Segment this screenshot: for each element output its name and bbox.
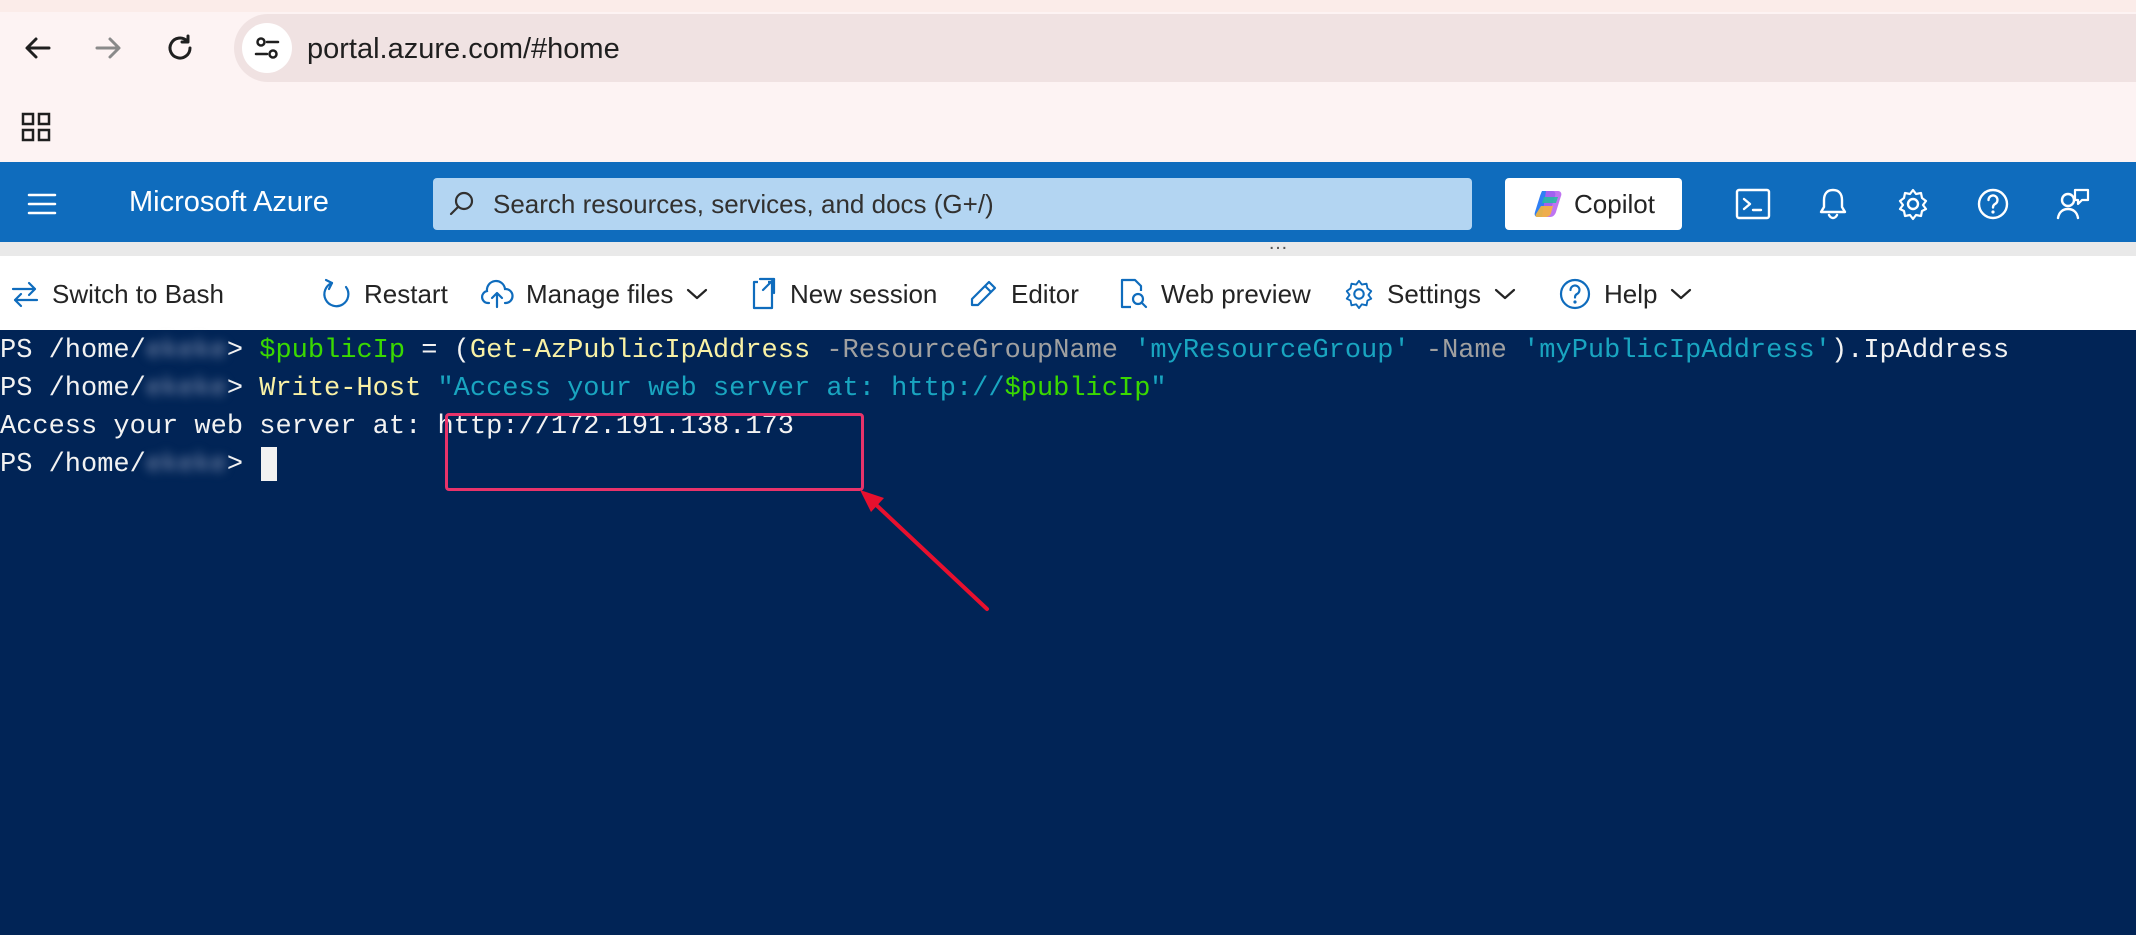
help-label: Help — [1604, 278, 1658, 309]
output-prefix: Access your web server at: — [0, 412, 438, 442]
shell-resize-handle[interactable]: … — [0, 232, 2136, 256]
bell-icon — [1819, 188, 1847, 220]
bookmarks-bar — [0, 92, 2136, 162]
cloud-shell-toolbar: Switch to Bash Restart Manage files New … — [0, 256, 2136, 330]
url-text[interactable]: portal.azure.com/#home — [307, 33, 620, 66]
terminal-line-4: PS /home/ekeke> — [0, 446, 278, 484]
reload-button[interactable] — [158, 26, 202, 70]
copilot-button[interactable]: Copilot — [1505, 178, 1682, 230]
operator-token: = ( — [405, 336, 470, 366]
switch-to-bash-button[interactable]: Switch to Bash — [10, 274, 224, 314]
chevron-down-icon — [687, 288, 708, 300]
browser-toolbar: portal.azure.com/#home — [0, 0, 2136, 92]
back-button[interactable] — [16, 26, 60, 70]
prompt-suffix: > — [226, 336, 244, 366]
new-window-icon — [752, 277, 776, 310]
prompt-user: ekeke — [145, 336, 227, 366]
editor-label: Editor — [1011, 278, 1079, 309]
terminal-line-2: PS /home/ekeke> Write-Host "Access your … — [0, 370, 1167, 408]
prompt-suffix: > — [226, 450, 244, 480]
editor-button[interactable]: Editor — [967, 274, 1079, 314]
terminal-icon — [1735, 188, 1771, 220]
string-token: " — [1150, 374, 1167, 404]
forward-button[interactable] — [86, 26, 130, 70]
prompt-prefix: PS /home/ — [0, 374, 146, 404]
switch-to-bash-label: Switch to Bash — [52, 278, 224, 309]
terminal-line-1: PS /home/ekeke> $publicIp = (Get-AzPubli… — [0, 332, 2009, 370]
apps-button[interactable] — [14, 105, 58, 149]
string-token: 'myPublicIpAddress' — [1523, 336, 1831, 366]
address-bar[interactable]: portal.azure.com/#home — [234, 14, 2136, 82]
cmdlet-token: Get-AzPublicIpAddress — [469, 336, 811, 366]
feedback-button[interactable] — [2049, 180, 2097, 228]
question-circle-icon — [1559, 278, 1591, 310]
apps-grid-icon — [21, 112, 51, 142]
cloud-upload-icon — [481, 279, 514, 309]
arrow-right-icon — [95, 37, 121, 59]
manage-files-label: Manage files — [526, 278, 674, 309]
portal-menu-button[interactable] — [20, 182, 64, 226]
variable-token: $publicIp — [259, 336, 406, 366]
chevron-down-icon — [1671, 288, 1692, 300]
prompt-prefix: PS /home/ — [0, 450, 146, 480]
web-preview-button[interactable]: Web preview — [1117, 274, 1311, 314]
drag-dots-icon: … — [1268, 232, 1290, 254]
terminal-output[interactable]: PS /home/ekeke> $publicIp = (Get-AzPubli… — [0, 330, 2136, 935]
string-token: 'myResourceGroup' — [1134, 336, 1410, 366]
browser-tab-strip — [0, 0, 2136, 12]
prompt-user: ekeke — [145, 450, 227, 480]
prompt-suffix: > — [226, 374, 244, 404]
portal-brand[interactable]: Microsoft Azure — [129, 186, 329, 219]
question-circle-icon — [1977, 188, 2009, 220]
global-search[interactable] — [433, 178, 1472, 230]
notifications-button[interactable] — [1809, 180, 1857, 228]
arrow-left-icon — [25, 37, 51, 59]
gear-icon — [1898, 188, 1928, 221]
annotation-highlight-box — [445, 413, 864, 491]
restart-label: Restart — [364, 278, 448, 309]
pencil-icon — [970, 280, 997, 307]
shell-settings-button[interactable]: Settings — [1343, 274, 1517, 314]
string-token: "Access your web server at: http:// — [421, 374, 1005, 404]
member-access-token: ).IpAddress — [1830, 336, 2010, 366]
site-info-button[interactable] — [242, 23, 292, 73]
document-search-icon — [1120, 278, 1148, 309]
reload-icon — [168, 34, 192, 60]
new-session-label: New session — [790, 278, 938, 309]
terminal-cursor — [261, 446, 278, 481]
restart-icon — [323, 278, 350, 308]
parameter-token: -Name — [1409, 336, 1524, 366]
cloud-shell-button[interactable] — [1729, 180, 1777, 228]
cmdlet-token: Write-Host — [259, 374, 422, 404]
hamburger-icon — [27, 193, 57, 215]
manage-files-button[interactable]: Manage files — [480, 274, 709, 314]
tune-icon — [254, 37, 280, 59]
gear-icon — [1345, 279, 1373, 310]
parameter-token: -ResourceGroupName — [810, 336, 1135, 366]
azure-portal-header: Microsoft Azure Copilot — [0, 162, 2136, 242]
chevron-down-icon — [1494, 288, 1516, 300]
copilot-label: Copilot — [1574, 188, 1655, 219]
help-button[interactable] — [1969, 180, 2017, 228]
settings-button[interactable] — [1889, 180, 1937, 228]
person-feedback-icon — [2056, 188, 2090, 220]
web-preview-label: Web preview — [1161, 278, 1311, 309]
prompt-prefix: PS /home/ — [0, 336, 146, 366]
search-input[interactable] — [493, 178, 1453, 230]
new-session-button[interactable]: New session — [748, 274, 937, 314]
shell-help-button[interactable]: Help — [1558, 274, 1693, 314]
restart-button[interactable]: Restart — [322, 274, 448, 314]
settings-label: Settings — [1387, 278, 1481, 309]
search-icon — [449, 191, 474, 216]
copilot-icon — [1534, 191, 1562, 217]
prompt-user: ekeke — [145, 374, 227, 404]
switch-arrows-icon — [11, 281, 39, 308]
variable-token: $publicIp — [1004, 374, 1151, 404]
